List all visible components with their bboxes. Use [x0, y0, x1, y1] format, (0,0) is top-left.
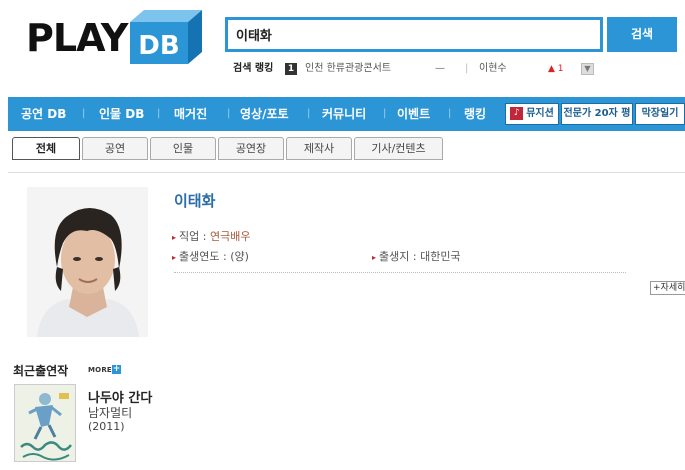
tab-producer[interactable]: 제작사 [286, 137, 352, 160]
plus-icon[interactable]: + [112, 365, 121, 374]
search-ranking-bar: 검색 랭킹 1 인천 한류관광콘서트 — | 이현수 ▲ 1 ▼ [233, 62, 603, 76]
work-year: (2011) [88, 420, 125, 433]
nav-separator: | [307, 108, 311, 119]
nav-item-magazine[interactable]: 매거진 [174, 97, 207, 131]
work-poster[interactable] [14, 384, 76, 462]
poster-image-icon [15, 385, 75, 461]
nav-item-people-db[interactable]: 인물 DB [99, 97, 144, 131]
search-input[interactable] [228, 20, 600, 49]
nav-separator: | [157, 108, 161, 119]
nav-separator: | [448, 108, 452, 119]
tab-venue[interactable]: 공연장 [218, 137, 284, 160]
nav-item-video-photo[interactable]: 영상/포토 [240, 97, 289, 131]
recent-more-link[interactable]: MORE [88, 366, 112, 374]
tab-divider [8, 172, 685, 173]
main-nav: 공연 DB | 인물 DB | 매거진 | 영상/포토 | 커뮤니티 | 이벤트… [8, 97, 685, 131]
tab-people[interactable]: 인물 [150, 137, 216, 160]
nav-separator: | [227, 108, 231, 119]
nav-diary-button[interactable]: 막장일기 [635, 103, 685, 125]
nav-separator: | [383, 108, 387, 119]
ranking-number: 1 [285, 63, 297, 75]
info-birth-year: 출생연도 : (양) [172, 248, 249, 264]
music-note-icon: ♪ [510, 106, 524, 120]
logo-db-cube-icon: DB [130, 10, 202, 64]
search-button[interactable]: 검색 [607, 17, 677, 52]
nav-item-performance-db[interactable]: 공연 DB [21, 97, 66, 131]
ranking-item[interactable]: 인천 한류관광콘서트 [305, 62, 391, 76]
info-birthplace: 출생지 : 대한민국 [372, 248, 461, 264]
nav-expert-review-button[interactable]: 전문가 20자 평 [561, 103, 633, 125]
info-job: 직업 : 연극배우 [172, 228, 250, 244]
person-name: 이태화 [174, 192, 216, 210]
ranking-item-2[interactable]: 이현수 [479, 62, 507, 76]
nav-separator: | [82, 108, 86, 119]
nav-item-ranking[interactable]: 랭킹 [464, 97, 486, 131]
ranking-change-mark: — [435, 63, 445, 74]
profile-more-button[interactable]: +자세히 [650, 281, 685, 295]
logo-db-text: DB [138, 31, 179, 61]
nav-item-community[interactable]: 커뮤니티 [322, 97, 366, 131]
job-value[interactable]: 연극배우 [210, 230, 250, 243]
job-label: 직업 : [179, 230, 210, 243]
nav-musician-button[interactable]: ♪ 뮤지션 [505, 103, 559, 125]
recent-works-title: 최근출연작 [13, 364, 69, 378]
logo-play-text: PLAY [26, 16, 128, 60]
ranking-dropdown-icon[interactable]: ▼ [581, 63, 594, 75]
ranking-change-up: ▲ 1 [548, 64, 564, 74]
info-divider [174, 272, 626, 273]
playdb-logo[interactable]: PLAY DB [26, 8, 206, 64]
tab-all[interactable]: 전체 [12, 137, 80, 160]
tab-performance[interactable]: 공연 [82, 137, 148, 160]
ranking-label: 검색 랭킹 [233, 63, 274, 74]
search-box [225, 17, 603, 52]
nav-item-event[interactable]: 이벤트 [397, 97, 430, 131]
musician-label: 뮤지션 [526, 108, 554, 119]
ranking-separator: | [465, 63, 469, 74]
work-role: 남자멀티 [88, 406, 133, 420]
tab-articles-contents[interactable]: 기사/컨텐츠 [354, 137, 443, 160]
profile-photo [27, 187, 148, 337]
person-portrait-icon [27, 187, 148, 337]
